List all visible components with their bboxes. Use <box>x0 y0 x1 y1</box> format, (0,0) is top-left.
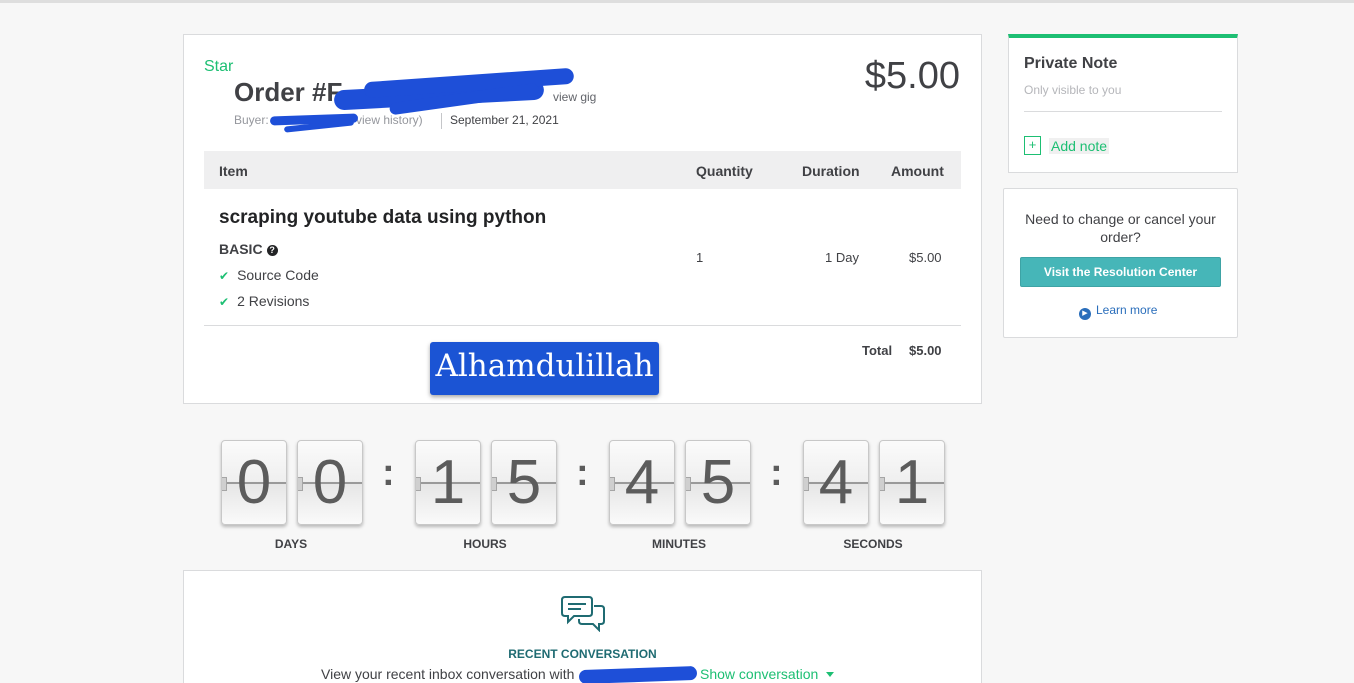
package-label: BASIC? <box>219 241 278 257</box>
feature-label: Source Code <box>237 267 319 283</box>
divider <box>204 325 961 326</box>
package-name: BASIC <box>219 241 263 257</box>
days-digit: 0 <box>221 440 287 525</box>
resolution-text: Need to change or cancel your order? <box>1025 211 1216 245</box>
table-header: Item Quantity Duration Amount <box>204 151 961 189</box>
column-amount: Amount <box>891 163 944 179</box>
private-note-title: Private Note <box>1024 55 1118 72</box>
view-gig-link[interactable]: view gig <box>553 90 596 104</box>
minutes-label: MINUTES <box>652 537 706 551</box>
column-item: Item <box>219 163 248 179</box>
add-note-icon[interactable]: + <box>1024 136 1041 155</box>
countdown-separator: : <box>382 452 395 494</box>
resolution-center-button[interactable]: Visit the Resolution Center <box>1020 257 1221 287</box>
alhamdulillah-stamp: Alhamdulillah <box>430 342 659 395</box>
show-conversation-link[interactable]: Show conversation <box>700 666 835 682</box>
feature-item: ✔ 2 Revisions <box>219 293 309 309</box>
private-note-subtitle: Only visible to you <box>1024 83 1122 97</box>
item-duration: 1 Day <box>825 250 859 265</box>
seconds-label: SECONDS <box>843 537 903 551</box>
feature-label: 2 Revisions <box>237 293 310 309</box>
countdown-separator: : <box>770 452 783 494</box>
top-bar <box>0 0 1354 3</box>
column-duration: Duration <box>802 163 860 179</box>
private-note-card: Private Note Only visible to you + Add n… <box>1008 34 1238 173</box>
item-amount: $5.00 <box>909 250 942 265</box>
divider <box>1024 111 1222 112</box>
learn-more-label: Learn more <box>1096 303 1158 317</box>
item-title: scraping youtube data using python <box>219 207 547 228</box>
order-card: Star Order #F view gig Buyer: view histo… <box>183 34 982 404</box>
recent-conversation-title: RECENT CONVERSATION <box>508 647 657 661</box>
seconds-digit: 1 <box>879 440 945 525</box>
check-icon: ✔ <box>219 295 230 309</box>
total-label: Total <box>862 343 893 358</box>
view-history-link[interactable]: view history) <box>356 113 423 127</box>
add-note-link[interactable]: Add note <box>1049 138 1110 154</box>
order-price: $5.00 <box>864 55 960 97</box>
recent-conversation-text: View your recent inbox conversation with <box>321 666 575 682</box>
seconds-digit: 4 <box>803 440 869 525</box>
question-circle-icon[interactable]: ? <box>266 245 278 256</box>
show-conversation-label: Show conversation <box>700 666 819 682</box>
play-circle-icon: ▶ <box>1079 308 1091 320</box>
minutes-digit: 5 <box>685 440 751 525</box>
chat-bubbles-icon <box>561 596 605 632</box>
item-quantity: 1 <box>696 250 704 265</box>
order-date: September 21, 2021 <box>450 113 559 127</box>
order-title: Order #F <box>234 77 343 107</box>
days-digit: 0 <box>297 440 363 525</box>
divider <box>441 113 442 129</box>
hours-digit: 5 <box>491 440 557 525</box>
days-label: DAYS <box>274 537 308 551</box>
caret-down-icon <box>826 672 835 677</box>
hours-digit: 1 <box>415 440 481 525</box>
check-icon: ✔ <box>219 269 230 283</box>
star-link[interactable]: Star <box>204 58 233 76</box>
username-redaction <box>578 665 698 683</box>
hours-label: HOURS <box>463 537 507 551</box>
feature-item: ✔ Source Code <box>219 267 319 283</box>
total-value: $5.00 <box>909 343 942 358</box>
resolution-card: Need to change or cancel your order? Vis… <box>1003 188 1238 338</box>
recent-conversation-card: RECENT CONVERSATION View your recent inb… <box>183 570 982 683</box>
buyer-line: Buyer: view history) <box>234 113 423 127</box>
learn-more-link[interactable]: ▶ Learn more <box>1079 303 1157 320</box>
column-quantity: Quantity <box>696 163 753 179</box>
countdown-separator: : <box>576 452 589 494</box>
buyer-label: Buyer: <box>234 113 269 127</box>
minutes-digit: 4 <box>609 440 675 525</box>
